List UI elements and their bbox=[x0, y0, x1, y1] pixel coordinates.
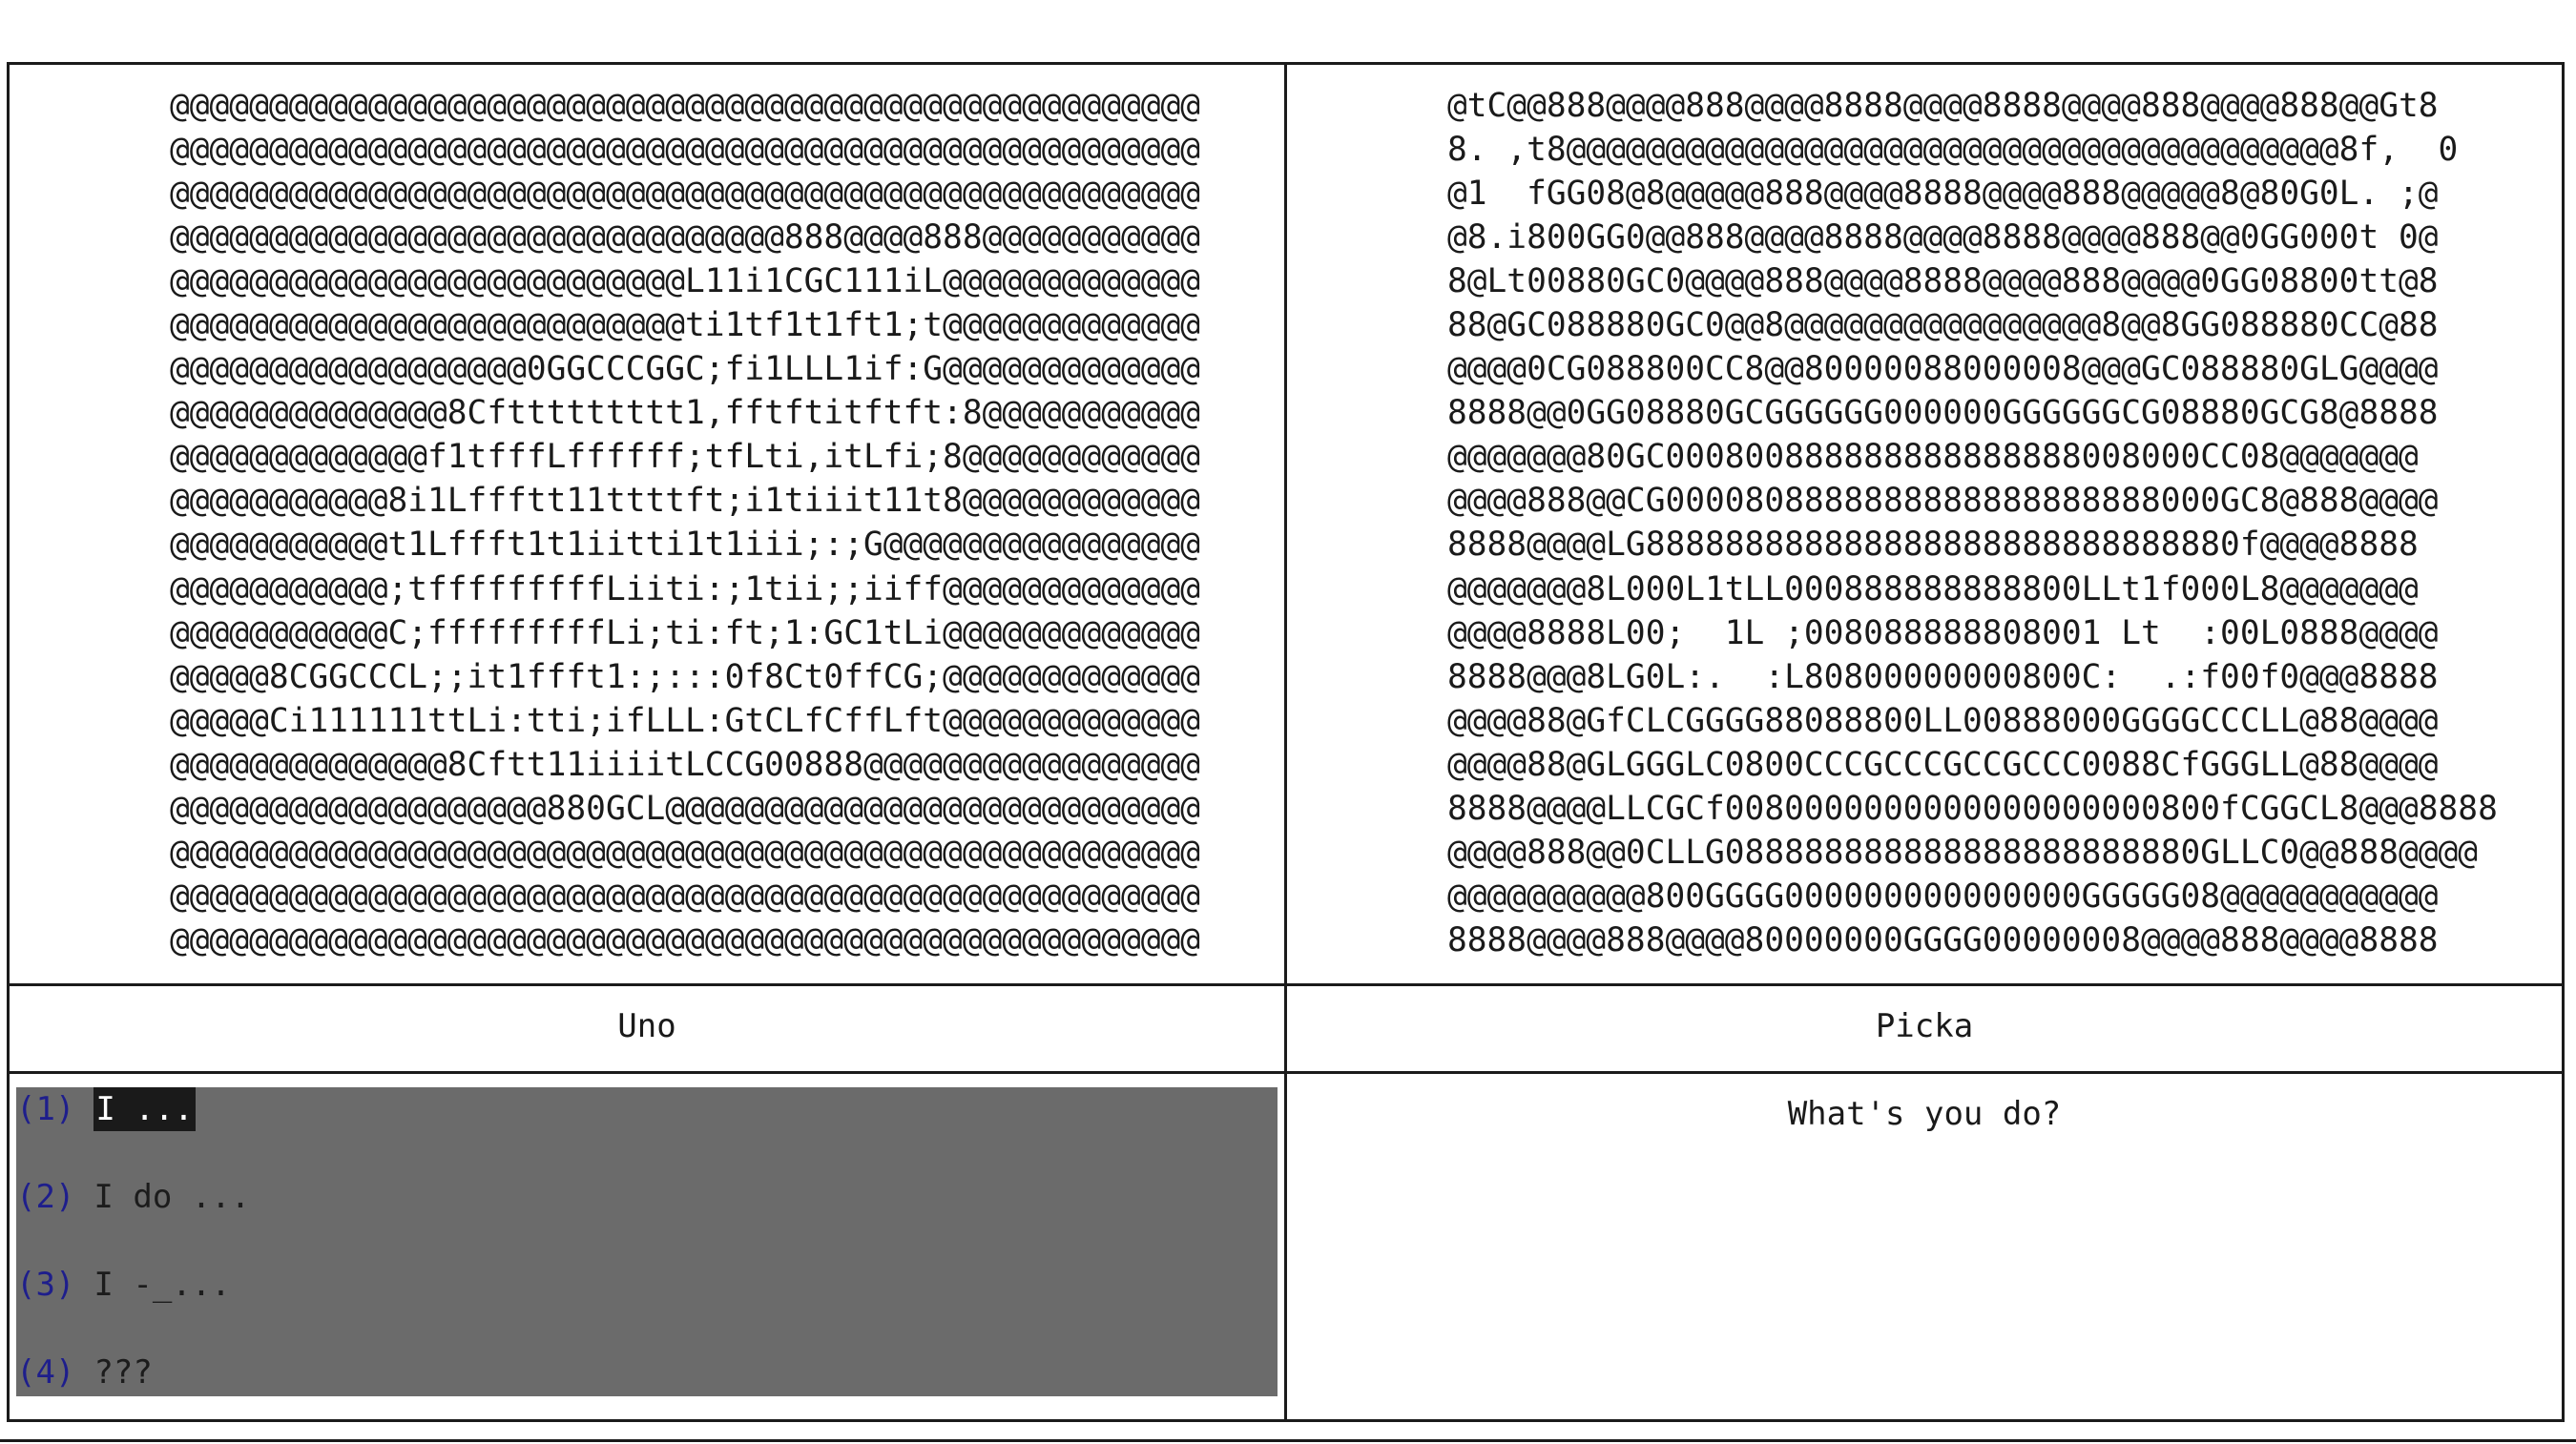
player-portrait-ascii-art: @@@@@@@@@@@@@@@@@@@@@@@@@@@@@@@@@@@@@@@@… bbox=[170, 87, 1201, 959]
option-number: (4) bbox=[16, 1353, 75, 1392]
player-name-label: Uno bbox=[617, 1007, 676, 1045]
option-number: (1) bbox=[16, 1090, 75, 1128]
dialogue-option-2[interactable]: (2) I do ... bbox=[16, 1175, 250, 1219]
npc-name-label: Picka bbox=[1875, 1007, 1974, 1045]
option-number: (2) bbox=[16, 1178, 75, 1216]
npc-portrait-ascii-art: @tC@@888@@@@888@@@@8888@@@@8888@@@@888@@… bbox=[1447, 87, 2498, 959]
npc-prompt-text: What's you do? bbox=[1787, 1095, 2062, 1133]
option-text: ??? bbox=[93, 1353, 153, 1392]
dialogue-option-4[interactable]: (4)??? bbox=[16, 1351, 153, 1394]
option-text: I do ... bbox=[93, 1178, 251, 1216]
dialogue-option-3[interactable]: (3) I -_... bbox=[16, 1263, 231, 1307]
bottom-rule bbox=[0, 1439, 2576, 1442]
dialogue-option-1[interactable]: (1) I ... bbox=[16, 1087, 196, 1131]
option-text: I ... bbox=[93, 1087, 196, 1131]
option-text: I -_... bbox=[93, 1266, 231, 1304]
dialogue-options-menu: (1) I ... (2) I do ... (3) I -_... (4)??? bbox=[16, 1087, 1278, 1396]
column-divider bbox=[1284, 62, 1287, 1422]
option-number: (3) bbox=[16, 1266, 75, 1304]
